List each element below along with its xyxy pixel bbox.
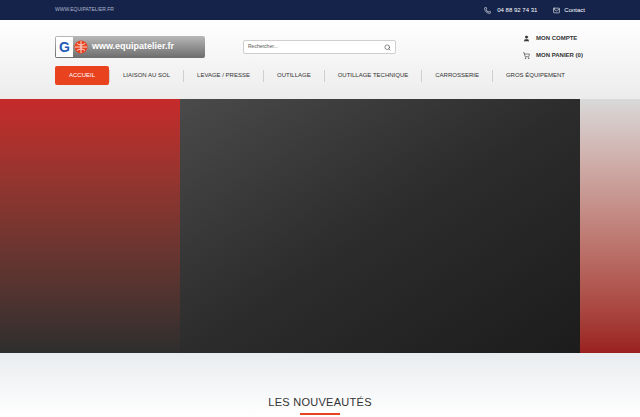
nav-separator xyxy=(324,70,325,82)
account-link[interactable]: MON COMPTE xyxy=(523,34,585,43)
logo-text: www.equipatelier.fr xyxy=(92,40,174,54)
mail-icon xyxy=(553,7,560,14)
search-icon[interactable] xyxy=(384,44,391,51)
cart-icon xyxy=(523,52,530,59)
page: WWW.EQUIPATELIER.FR 04 88 92 74 31 Contact… xyxy=(0,0,640,417)
top-bar: WWW.EQUIPATELIER.FR 04 88 92 74 31 Contact xyxy=(0,0,640,20)
nav-item[interactable]: ACCUEIL xyxy=(55,66,109,85)
search-field[interactable]: Rechercher... xyxy=(243,40,396,54)
phone-icon xyxy=(484,7,491,14)
globe-icon xyxy=(74,40,88,54)
title-underline xyxy=(300,413,340,415)
nav-separator xyxy=(263,70,264,82)
phone-link[interactable]: 04 88 92 74 31 xyxy=(484,6,537,15)
user-icon xyxy=(523,35,530,42)
logo-letter: G xyxy=(56,37,73,57)
nav-separator xyxy=(109,70,110,82)
nav-separator xyxy=(421,70,422,82)
main-nav: ACCUEILLIAISON AU SOLLEVAGE / PRESSEOUTI… xyxy=(55,66,585,85)
site-address[interactable]: WWW.EQUIPATELIER.FR xyxy=(55,6,114,14)
hero-banner xyxy=(0,99,640,353)
nav-item[interactable]: LEVAGE / PRESSE xyxy=(184,66,263,85)
header: Gwww.equipatelier.fr Rechercher... MON COM… xyxy=(0,20,640,99)
logo[interactable]: Gwww.equipatelier.fr xyxy=(55,36,205,58)
nav-separator xyxy=(492,70,493,82)
nav-item[interactable]: OUTILLAGE xyxy=(264,66,324,85)
contact-link[interactable]: Contact xyxy=(553,6,585,15)
nav-item[interactable]: GROS ÉQUIPEMENT xyxy=(493,66,578,85)
nav-item[interactable]: OUTILLAGE TECHNIQUE xyxy=(325,66,422,85)
nav-item[interactable]: CARROSSERIE xyxy=(422,66,492,85)
nav-item[interactable]: LIAISON AU SOL xyxy=(110,66,183,85)
cart-link[interactable]: MON PANIER (0) xyxy=(523,51,585,60)
section-title: LES NOUVEAUTÉS xyxy=(268,394,372,411)
news-section: LES NOUVEAUTÉS xyxy=(0,353,640,417)
nav-separator xyxy=(183,70,184,82)
